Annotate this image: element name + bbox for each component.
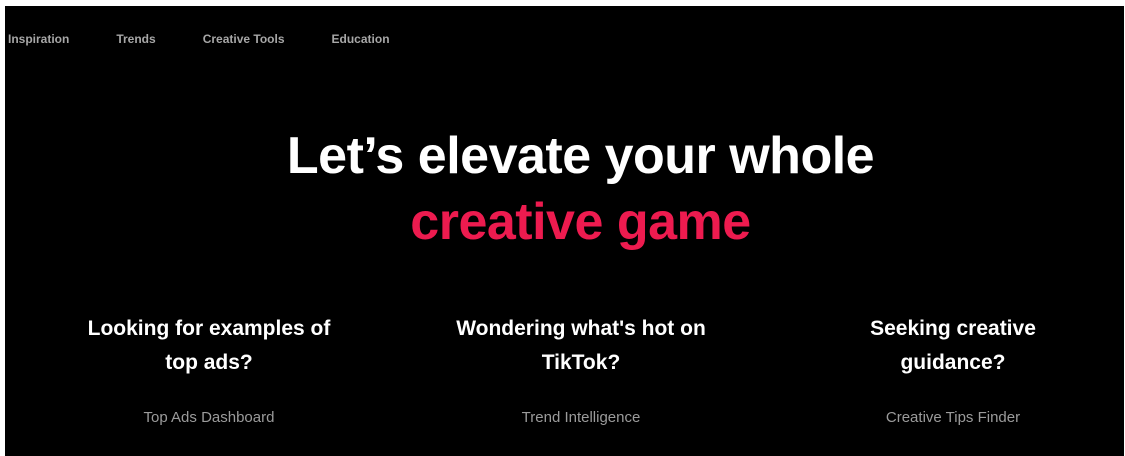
creative-tips-finder-link[interactable]: Creative Tips Finder <box>886 409 1020 426</box>
card-title: Wondering what's hot on TikTok? <box>416 312 746 380</box>
feature-card-trends: Wondering what's hot on TikTok? Trend In… <box>416 312 746 427</box>
hero-heading: Let’s elevate your whole creative game <box>5 124 1124 256</box>
card-title-line-1: Seeking creative <box>870 317 1036 340</box>
card-title: Seeking creative guidance? <box>788 312 1118 380</box>
nav-link-trends[interactable]: Trends <box>116 32 155 46</box>
card-title-line-2: TikTok? <box>541 351 621 374</box>
card-title-line-1: Wondering what's hot on <box>456 317 706 340</box>
hero-title-accent: creative game <box>410 193 751 251</box>
card-title-line-1: Looking for examples of <box>87 317 331 340</box>
nav-link-inspiration[interactable]: Inspiration <box>8 32 69 46</box>
nav-link-education[interactable]: Education <box>332 32 390 46</box>
trend-intelligence-link[interactable]: Trend Intelligence <box>522 409 641 426</box>
hero-title-line-1: Let’s elevate your whole <box>286 127 875 185</box>
card-title-line-2: guidance? <box>900 351 1006 374</box>
feature-card-creative-tips: Seeking creative guidance? Creative Tips… <box>788 312 1118 427</box>
feature-card-top-ads: Looking for examples of top ads? Top Ads… <box>44 312 374 427</box>
nav-link-creative-tools[interactable]: Creative Tools <box>203 32 285 46</box>
card-title-line-2: top ads? <box>165 351 253 374</box>
card-title: Looking for examples of top ads? <box>44 312 374 380</box>
page-frame: Inspiration Trends Creative Tools Educat… <box>5 6 1124 456</box>
top-ads-dashboard-link[interactable]: Top Ads Dashboard <box>144 409 275 426</box>
top-navigation: Inspiration Trends Creative Tools Educat… <box>8 31 437 47</box>
